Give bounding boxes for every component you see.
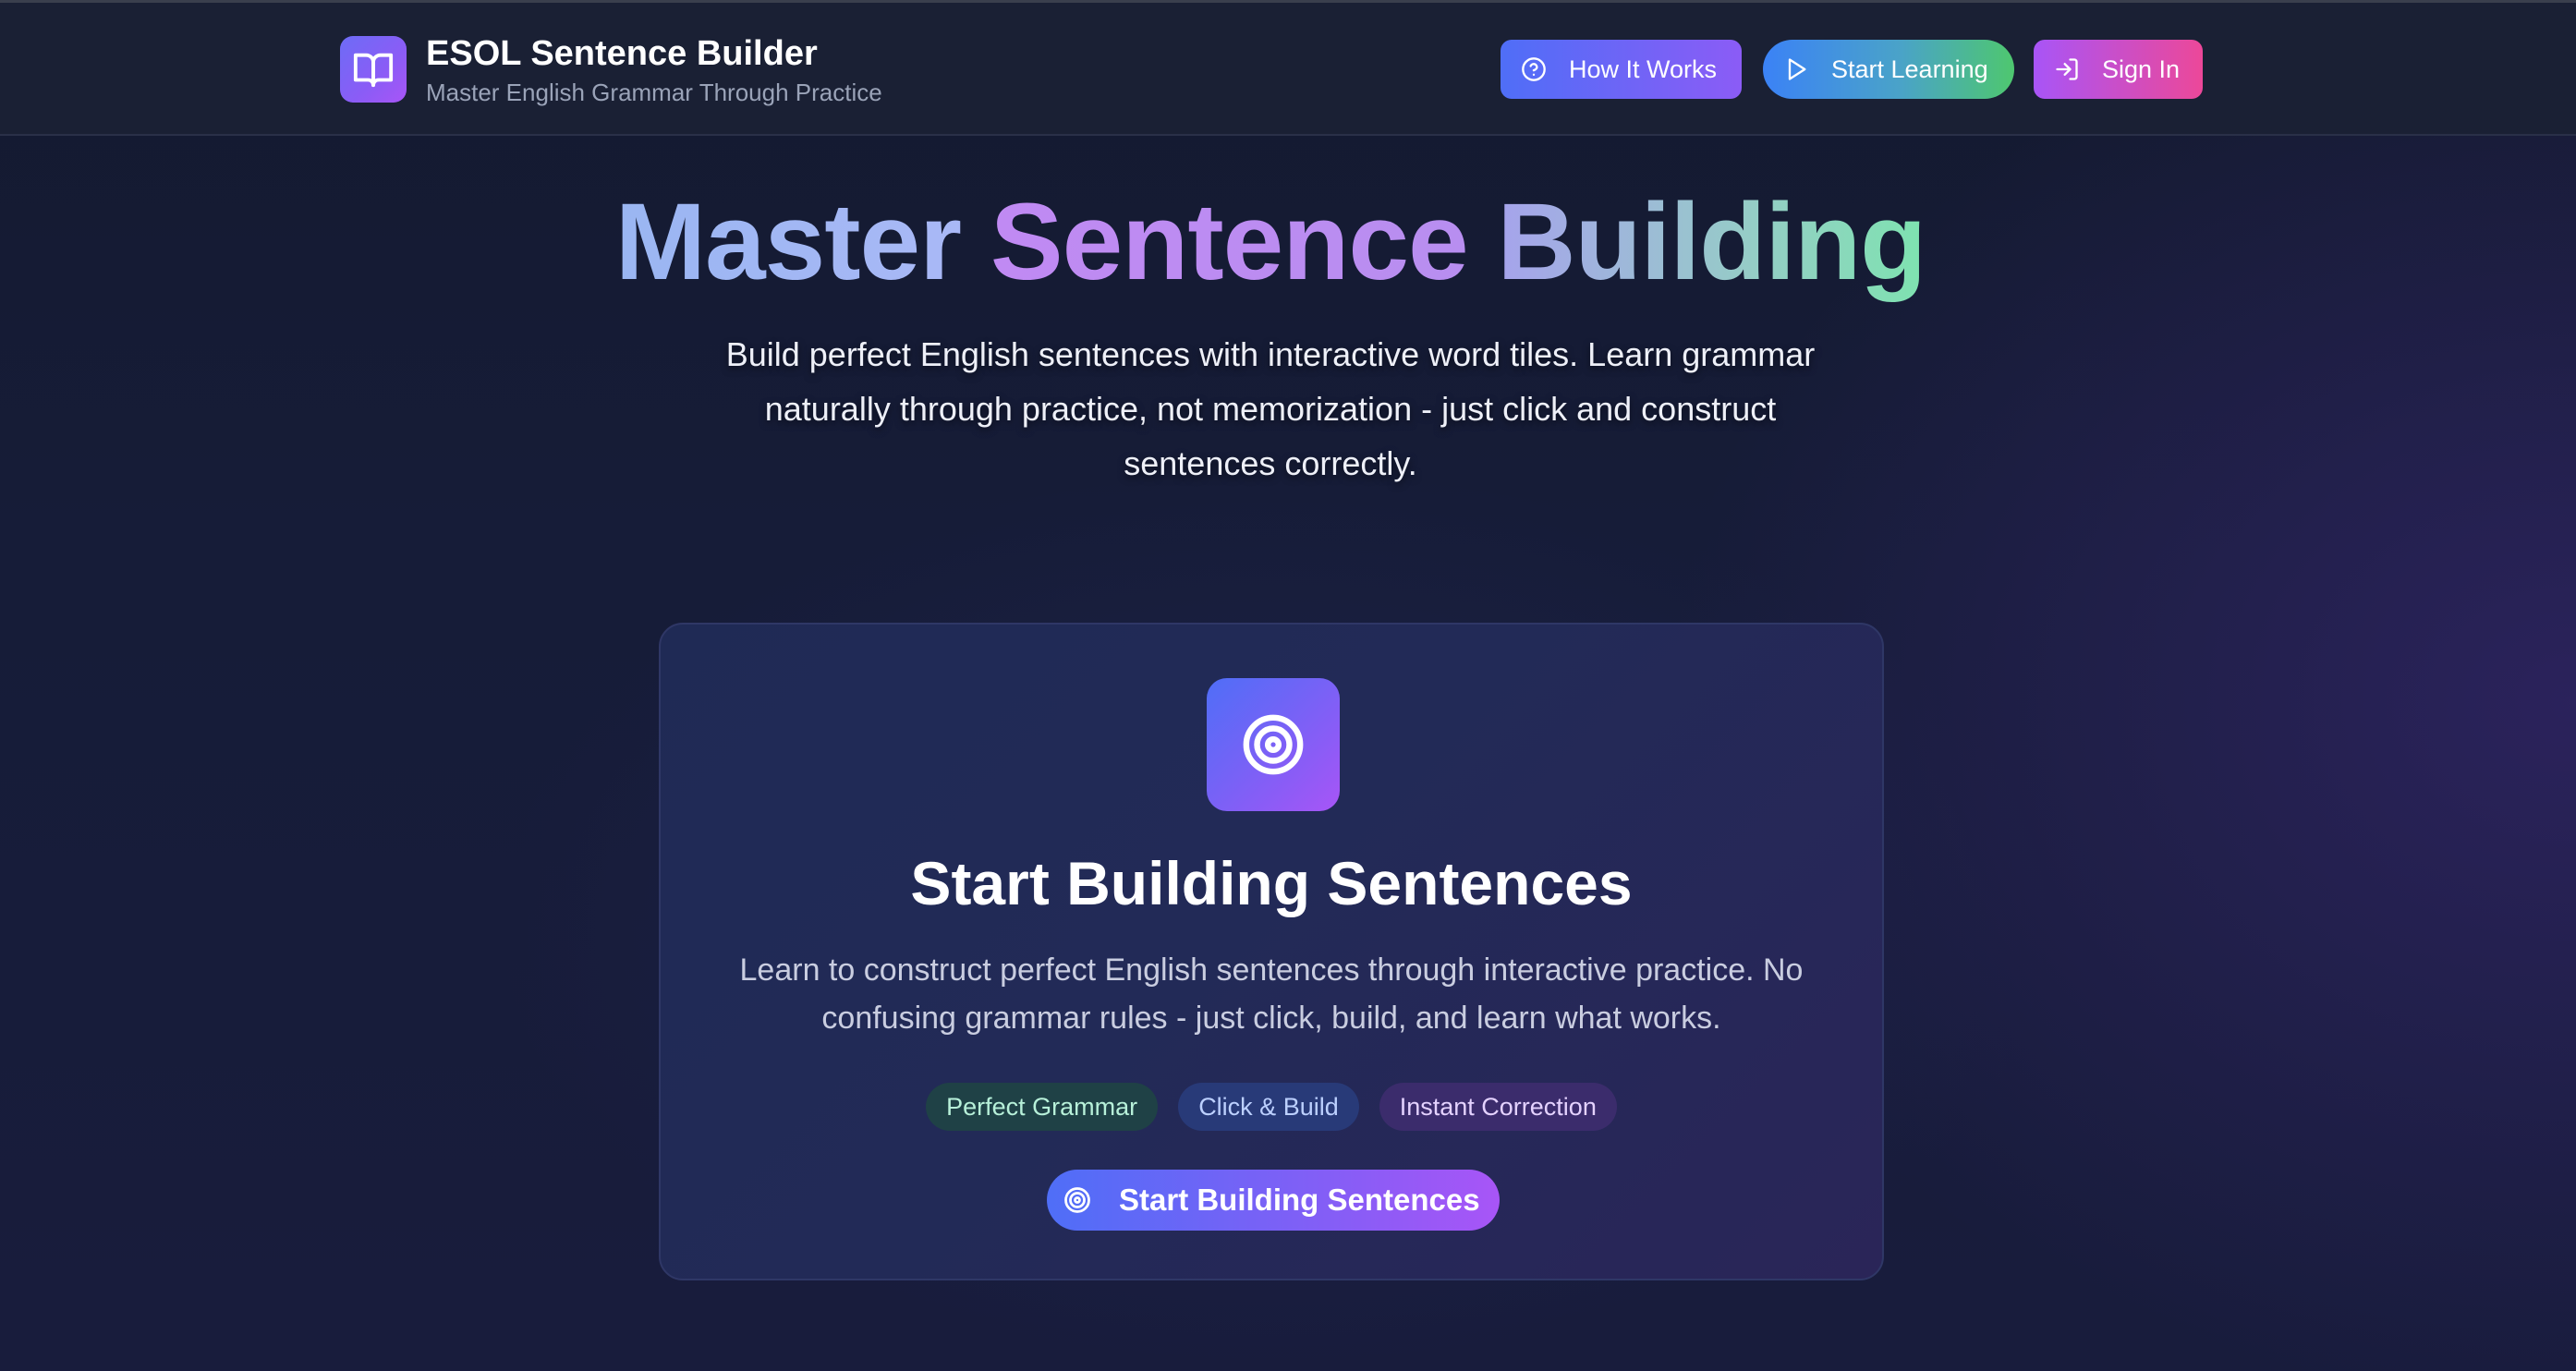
app-title: ESOL Sentence Builder <box>426 34 818 73</box>
tag-perfect-grammar: Perfect Grammar <box>926 1083 1159 1131</box>
tag-click-build: Click & Build <box>1178 1083 1359 1131</box>
hero-title: Master Sentence Building <box>0 177 2541 307</box>
log-in-icon <box>2054 56 2080 82</box>
app-subtitle: Master English Grammar Through Practice <box>426 79 882 106</box>
target-icon <box>1207 678 1340 811</box>
hero-title-word-1: Master <box>614 181 962 303</box>
hero-title-word-3: Building <box>1497 181 1926 303</box>
how-it-works-label: How It Works <box>1569 55 1718 83</box>
target-icon <box>1063 1186 1091 1214</box>
card-title: Start Building Sentences <box>910 849 1633 917</box>
help-circle-icon <box>1521 56 1547 82</box>
book-open-icon[interactable] <box>340 36 407 103</box>
start-learning-label: Start Learning <box>1831 55 1988 83</box>
play-icon <box>1783 56 1809 82</box>
tag-instant-correction: Instant Correction <box>1379 1083 1617 1131</box>
app-header: ESOL Sentence Builder Master English Gra… <box>0 3 2576 136</box>
start-learning-button[interactable]: Start Learning <box>1763 40 2014 99</box>
sign-in-button[interactable]: Sign In <box>2034 40 2203 99</box>
feature-tags: Perfect Grammar Click & Build Instant Co… <box>661 1083 1882 1131</box>
sign-in-label: Sign In <box>2102 55 2181 83</box>
hero-description: Build perfect English sentences with int… <box>725 335 1816 482</box>
how-it-works-button[interactable]: How It Works <box>1501 40 1742 99</box>
start-building-button[interactable]: Start Building Sentences <box>1047 1170 1500 1231</box>
card-description: Learn to construct perfect English sente… <box>739 952 1804 1036</box>
start-building-button-label: Start Building Sentences <box>1119 1183 1480 1217</box>
start-building-card: Start Building Sentences Learn to constr… <box>659 623 1884 1280</box>
hero-title-word-2: Sentence <box>990 181 1469 303</box>
